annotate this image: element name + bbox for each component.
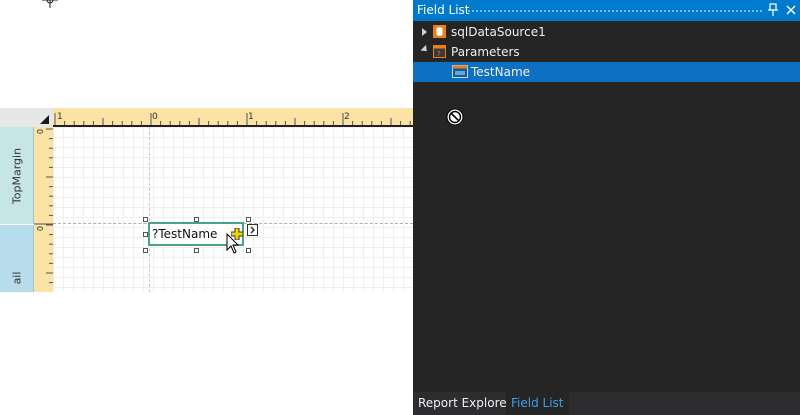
band-label-detail: ail: [10, 271, 23, 285]
svg-text:?: ?: [437, 50, 441, 58]
field-expression-text: ?TestName: [152, 227, 218, 241]
h-ruler-label: 0: [152, 112, 158, 122]
panel-titlebar[interactable]: Field List: [413, 0, 800, 21]
band-label-topmargin: TopMargin: [10, 147, 23, 204]
database-icon: [433, 25, 446, 38]
close-icon[interactable]: [785, 4, 797, 16]
pin-icon[interactable]: [767, 3, 779, 17]
horizontal-ruler: 1 0 1 2: [53, 108, 413, 127]
design-surface[interactable]: [53, 127, 413, 292]
tree-item-parameters[interactable]: ? Parameters: [413, 42, 800, 62]
h-ruler-label: 2: [344, 112, 350, 122]
chevron-right-icon: [250, 226, 255, 234]
field-list-panel: Field List sqlDataSource1 ? Parameters T…: [413, 0, 800, 415]
tab-report-explorer[interactable]: Report Explorer: [413, 392, 517, 415]
v-ruler-label: 0: [35, 129, 44, 134]
resize-handle[interactable]: [143, 248, 148, 253]
h-ruler-label: 1: [248, 112, 254, 122]
collapse-triangle-icon[interactable]: [40, 115, 49, 124]
expand-arrow-icon[interactable]: [422, 28, 427, 36]
collapse-arrow-icon[interactable]: [420, 44, 430, 55]
parameters-icon: ?: [433, 45, 446, 58]
resize-handle[interactable]: [246, 217, 251, 222]
unavailable-cursor-icon: [446, 108, 464, 126]
h-ruler-label: 1: [57, 112, 63, 122]
resize-handle[interactable]: [246, 248, 251, 253]
tree-item-label: Parameters: [451, 45, 520, 59]
band-detail[interactable]: ail: [0, 225, 34, 292]
band-strip: TopMargin ail: [0, 127, 34, 292]
ruler-corner[interactable]: [0, 108, 53, 127]
panel-tab-strip: Report Explorer Field List: [413, 392, 800, 415]
v-ruler-label: 0: [35, 226, 44, 231]
resize-handle[interactable]: [194, 248, 199, 253]
parameter-field-icon: [452, 65, 468, 78]
tree-item-sqldatasource[interactable]: sqlDataSource1: [413, 22, 800, 42]
tree-item-label: TestName: [471, 65, 531, 79]
crosshair-cursor-icon: [42, 0, 58, 8]
vertical-ruler: 0 0: [34, 127, 53, 292]
margin-guide: [149, 127, 150, 292]
tree-item-testname[interactable]: TestName: [413, 62, 800, 82]
band-topmargin[interactable]: TopMargin: [0, 127, 34, 224]
smart-tag-button[interactable]: [247, 224, 258, 236]
tree-item-label: sqlDataSource1: [451, 25, 546, 39]
panel-title: Field List: [417, 3, 470, 17]
report-designer[interactable]: 1 0 1 2 TopMargin ail 0 0 ?TestName: [0, 0, 413, 415]
titlebar-grip: [467, 9, 763, 14]
design-canvas[interactable]: 1 0 1 2 TopMargin ail 0 0: [0, 108, 413, 292]
pointer-cursor-icon: [226, 233, 240, 254]
tab-field-list[interactable]: Field List: [506, 392, 569, 415]
